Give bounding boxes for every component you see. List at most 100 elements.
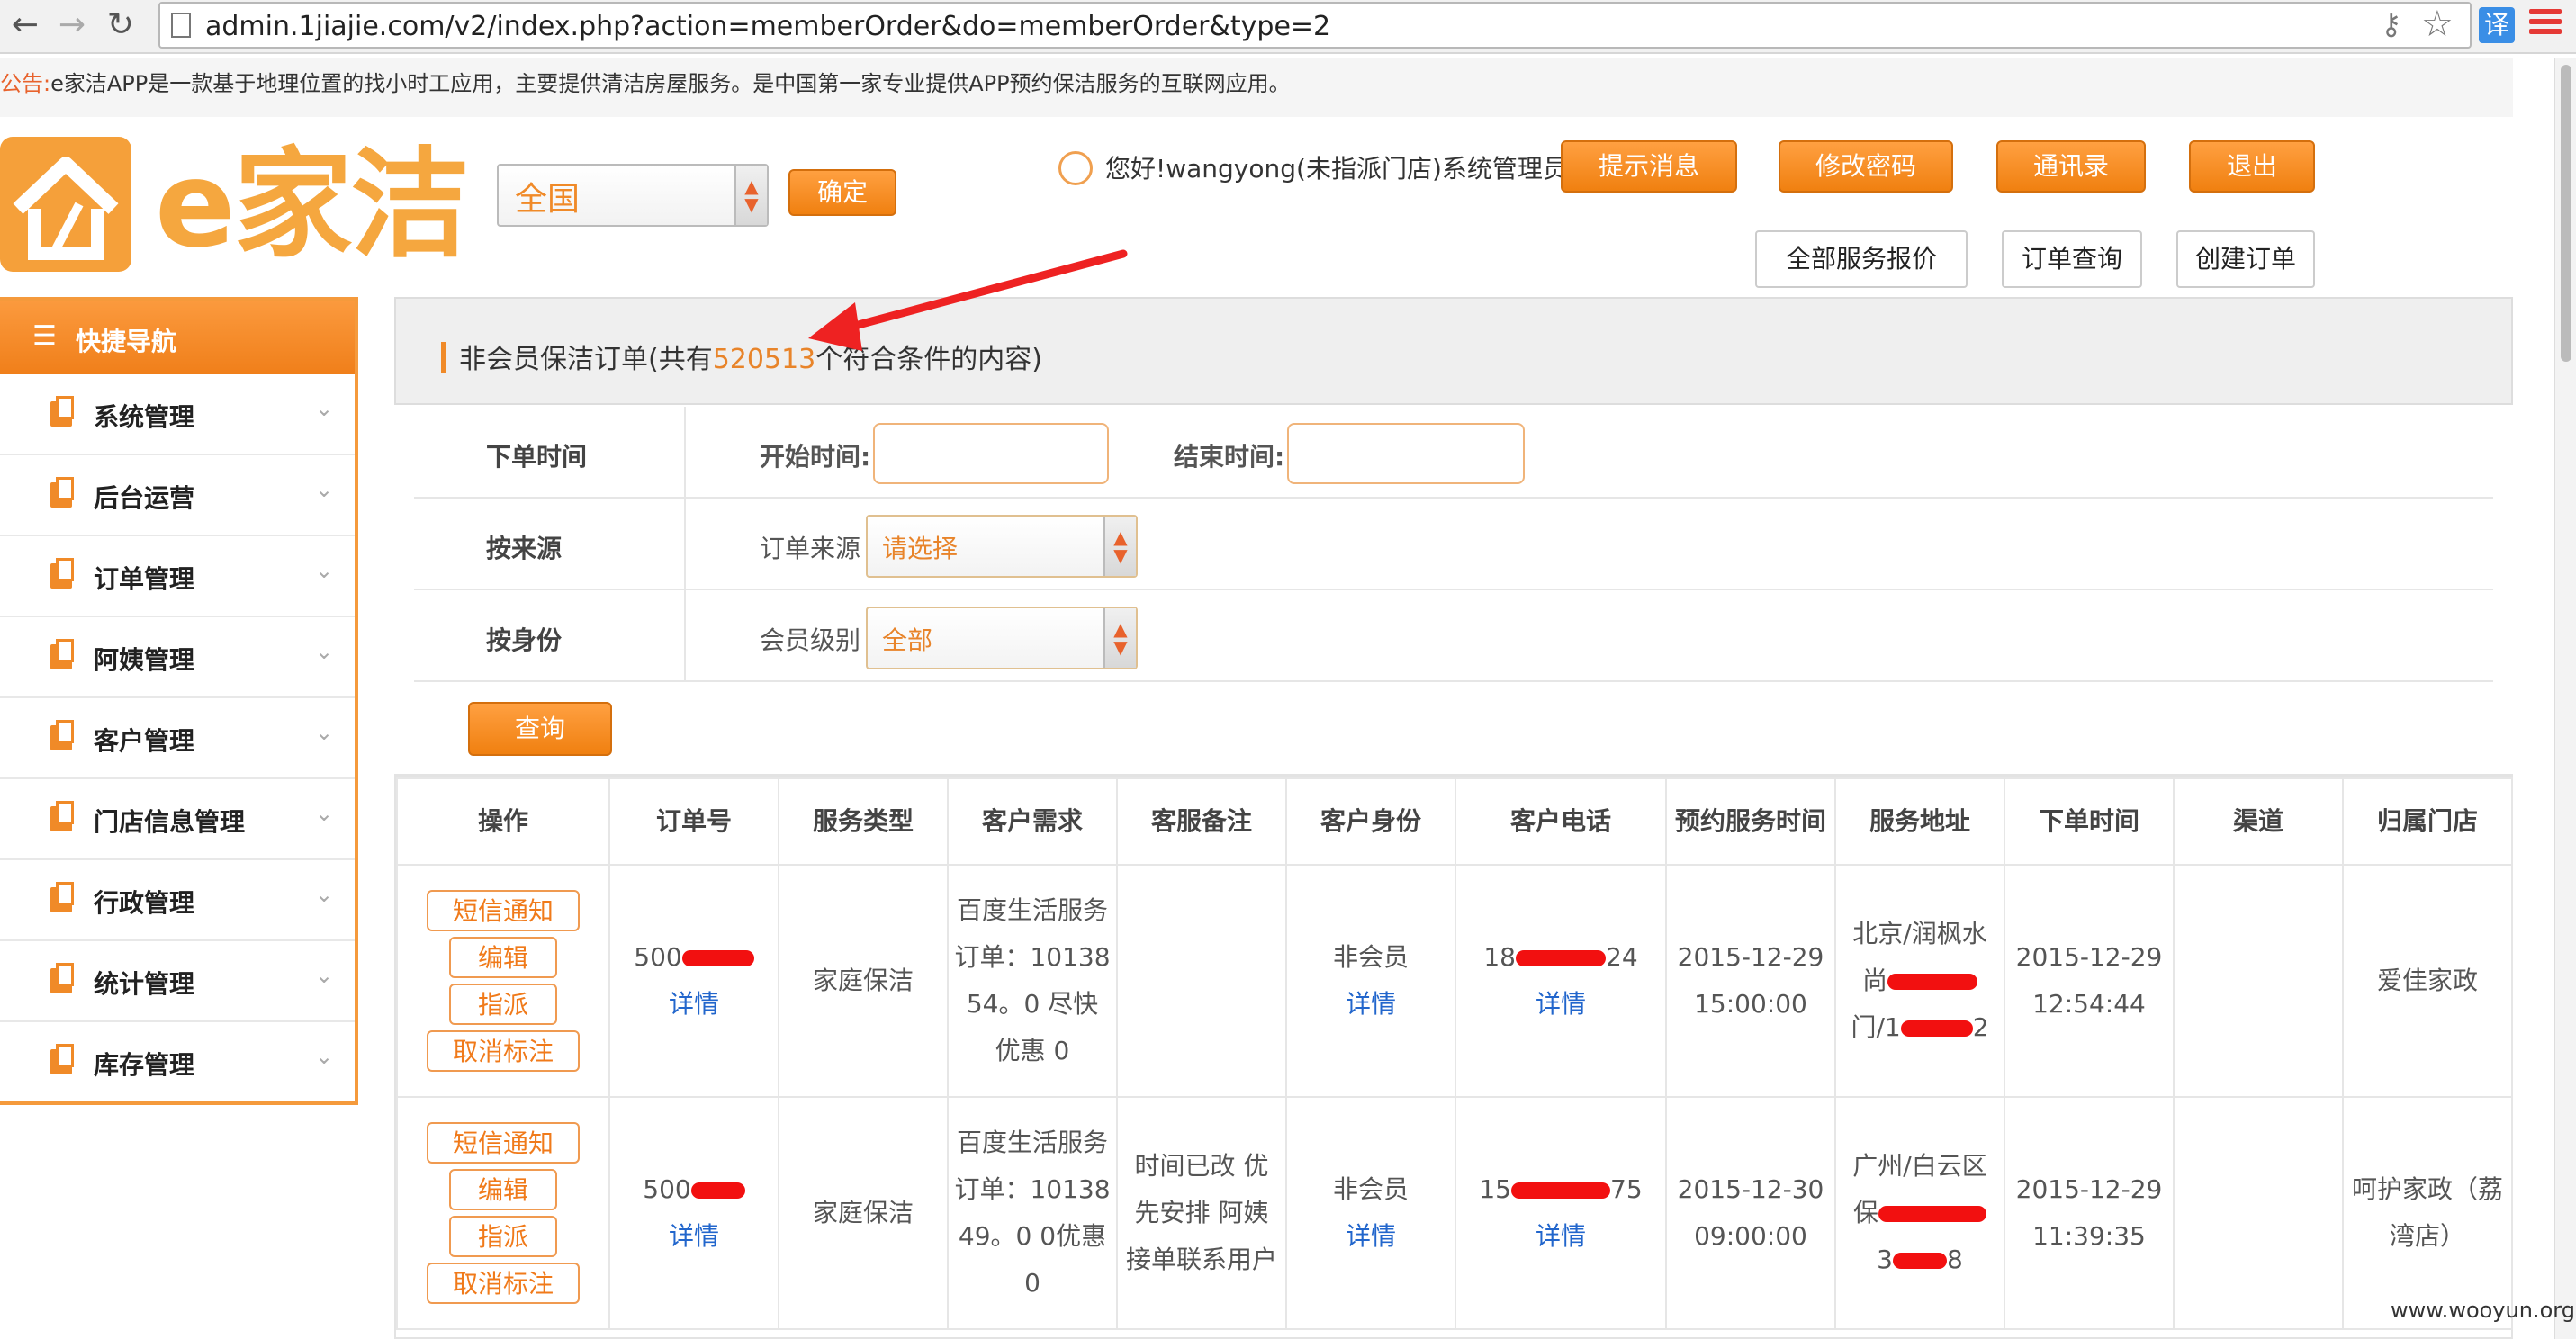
identity-label: 按身份 <box>486 625 563 655</box>
confirm-button[interactable]: 确定 <box>788 169 896 216</box>
url-text: admin.1jiajie.com/v2/index.php?action=me… <box>205 11 1331 42</box>
edit-button[interactable]: 编辑 <box>449 1169 557 1210</box>
assign-button[interactable]: 指派 <box>449 984 557 1025</box>
identity-detail-link[interactable]: 详情 <box>1346 1221 1396 1251</box>
table-row: 短信通知 编辑 指派 取消标注 500 详情 家庭保洁 百度生活服务订单：1013… <box>396 1096 2513 1330</box>
folder-icon <box>50 801 74 831</box>
column-header: 客服备注 <box>1116 777 1287 866</box>
edit-button[interactable]: 编辑 <box>449 937 557 978</box>
order-time-cell: 2015-12-29 11:39:35 <box>2004 1096 2175 1330</box>
channel-cell <box>2173 864 2344 1098</box>
folder-icon <box>50 396 74 427</box>
end-time-input[interactable] <box>1287 423 1525 484</box>
address-bar[interactable]: admin.1jiajie.com/v2/index.php?action=me… <box>158 2 2472 49</box>
service-type-cell: 家庭保洁 <box>778 864 949 1098</box>
orders-table: 操作 订单号 服务类型 客户需求 客服备注 客户身份 客户电话 预约服务时间 服… <box>394 774 2513 1339</box>
sidebar-item-label: 后台运营 <box>94 483 195 513</box>
sidebar-item-label: 订单管理 <box>94 564 195 594</box>
chevron-down-icon: ⌄ <box>315 801 334 826</box>
order-source-select[interactable]: 请选择 ▲ ▼ <box>866 515 1138 578</box>
select-arrows-icon: ▲ ▼ <box>734 166 767 225</box>
redaction-mark <box>1511 1182 1610 1199</box>
sms-notify-button[interactable]: 短信通知 <box>427 1122 580 1164</box>
folder-icon <box>50 477 74 508</box>
chevron-down-icon: ⌄ <box>315 396 334 421</box>
browser-menu-icon[interactable] <box>2529 9 2562 41</box>
order-detail-link[interactable]: 详情 <box>669 1221 719 1251</box>
address-line: 门/1 <box>1851 1012 1901 1042</box>
address-line-suffix: 2 <box>1972 1012 1989 1042</box>
service-price-button[interactable]: 全部服务报价 <box>1755 230 1968 288</box>
cancel-mark-button[interactable]: 取消标注 <box>427 1030 580 1072</box>
cancel-mark-button[interactable]: 取消标注 <box>427 1263 580 1304</box>
forward-icon[interactable]: → <box>52 5 92 45</box>
redaction-mark <box>690 1182 745 1199</box>
bookmark-star-icon[interactable]: ☆ <box>2421 4 2454 45</box>
sidebar-item-statistics[interactable]: 统计管理 ⌄ <box>0 941 355 1022</box>
member-level-value: 全部 <box>882 625 933 655</box>
note-cell: 时间已改 优先安排 阿姨接单联系用户 <box>1116 1096 1287 1330</box>
demand-cell: 百度生活服务订单：1013854。0 尽快优惠 0 <box>947 864 1118 1098</box>
order-number: 500 <box>643 1174 691 1204</box>
redaction-mark <box>1878 1206 1986 1222</box>
region-select[interactable]: 全国 ▲ ▼ <box>497 164 769 227</box>
order-time-label: 下单时间 <box>486 442 588 472</box>
create-order-button[interactable]: 创建订单 <box>2176 230 2315 288</box>
reload-icon[interactable]: ↻ <box>101 5 140 45</box>
table-header-row: 操作 订单号 服务类型 客户需求 客服备注 客户身份 客户电话 预约服务时间 服… <box>396 777 2513 866</box>
appointment-time: 09:00:00 <box>1694 1221 1807 1251</box>
order-date: 2015-12-29 <box>2015 942 2163 972</box>
sidebar-item-admin[interactable]: 行政管理 ⌄ <box>0 860 355 941</box>
column-header: 客户身份 <box>1285 777 1456 866</box>
list-icon: ☰ <box>32 320 57 352</box>
member-level-select[interactable]: 全部 ▲ ▼ <box>866 607 1138 670</box>
scrollbar-thumb[interactable] <box>2561 65 2571 362</box>
service-type-cell: 家庭保洁 <box>778 1096 949 1330</box>
address-line: 3 <box>1877 1245 1893 1274</box>
phone-detail-link[interactable]: 详情 <box>1536 1221 1586 1251</box>
order-search-button[interactable]: 订单查询 <box>2002 230 2142 288</box>
sidebar-item-housekeepers[interactable]: 阿姨管理 ⌄ <box>0 617 355 698</box>
column-header: 客户电话 <box>1455 777 1667 866</box>
address-line: 尚 <box>1861 966 1887 995</box>
sidebar-item-label: 门店信息管理 <box>94 807 246 837</box>
chevron-down-icon: ⌄ <box>315 882 334 907</box>
page-scrollbar[interactable] <box>2554 58 2576 1339</box>
store-cell: 呵护家政（荔湾店） <box>2342 1096 2513 1330</box>
order-detail-link[interactable]: 详情 <box>669 989 719 1019</box>
sms-notify-button[interactable]: 短信通知 <box>427 890 580 931</box>
logout-button[interactable]: 退出 <box>2189 140 2315 193</box>
notice-button[interactable]: 提示消息 <box>1561 140 1737 193</box>
start-time-input[interactable] <box>873 423 1109 484</box>
change-password-button[interactable]: 修改密码 <box>1779 140 1953 193</box>
contacts-button[interactable]: 通讯录 <box>1996 140 2146 193</box>
key-icon[interactable]: ⚷ <box>2381 7 2401 41</box>
sidebar-item-orders[interactable]: 订单管理 ⌄ <box>0 536 355 617</box>
phone-detail-link[interactable]: 详情 <box>1536 989 1586 1019</box>
sidebar: ☰ 快捷导航 系统管理 ⌄ 后台运营 ⌄ 订单管理 ⌄ 阿姨管理 ⌄ 客户管理 ⌄ 门店信… <box>0 297 358 1105</box>
sidebar-item-stores[interactable]: 门店信息管理 ⌄ <box>0 779 355 860</box>
assign-button[interactable]: 指派 <box>449 1216 557 1257</box>
sidebar-item-customers[interactable]: 客户管理 ⌄ <box>0 698 355 779</box>
chevron-down-icon: ⌄ <box>315 720 334 745</box>
back-icon[interactable]: ← <box>5 5 45 45</box>
sidebar-item-label: 行政管理 <box>94 888 195 918</box>
identity-text: 非会员 <box>1332 1174 1409 1204</box>
column-header: 渠道 <box>2173 777 2344 866</box>
query-button[interactable]: 查询 <box>468 702 612 756</box>
sidebar-item-inventory[interactable]: 库存管理 ⌄ <box>0 1022 355 1103</box>
sidebar-item-system[interactable]: 系统管理 ⌄ <box>0 374 355 455</box>
title-prefix: 非会员保洁订单(共有 <box>459 344 713 375</box>
folder-icon <box>50 1044 74 1074</box>
divider <box>414 497 2493 499</box>
order-number-cell: 500 详情 <box>608 864 779 1098</box>
column-header: 归属门店 <box>2342 777 2513 866</box>
chevron-down-icon: ⌄ <box>315 639 334 664</box>
translate-icon[interactable]: 译 <box>2479 7 2515 43</box>
folder-icon <box>50 558 74 589</box>
sidebar-item-label: 阿姨管理 <box>94 645 195 675</box>
divider <box>414 589 2493 590</box>
identity-detail-link[interactable]: 详情 <box>1346 989 1396 1019</box>
folder-icon <box>50 639 74 670</box>
sidebar-item-operations[interactable]: 后台运营 ⌄ <box>0 455 355 536</box>
